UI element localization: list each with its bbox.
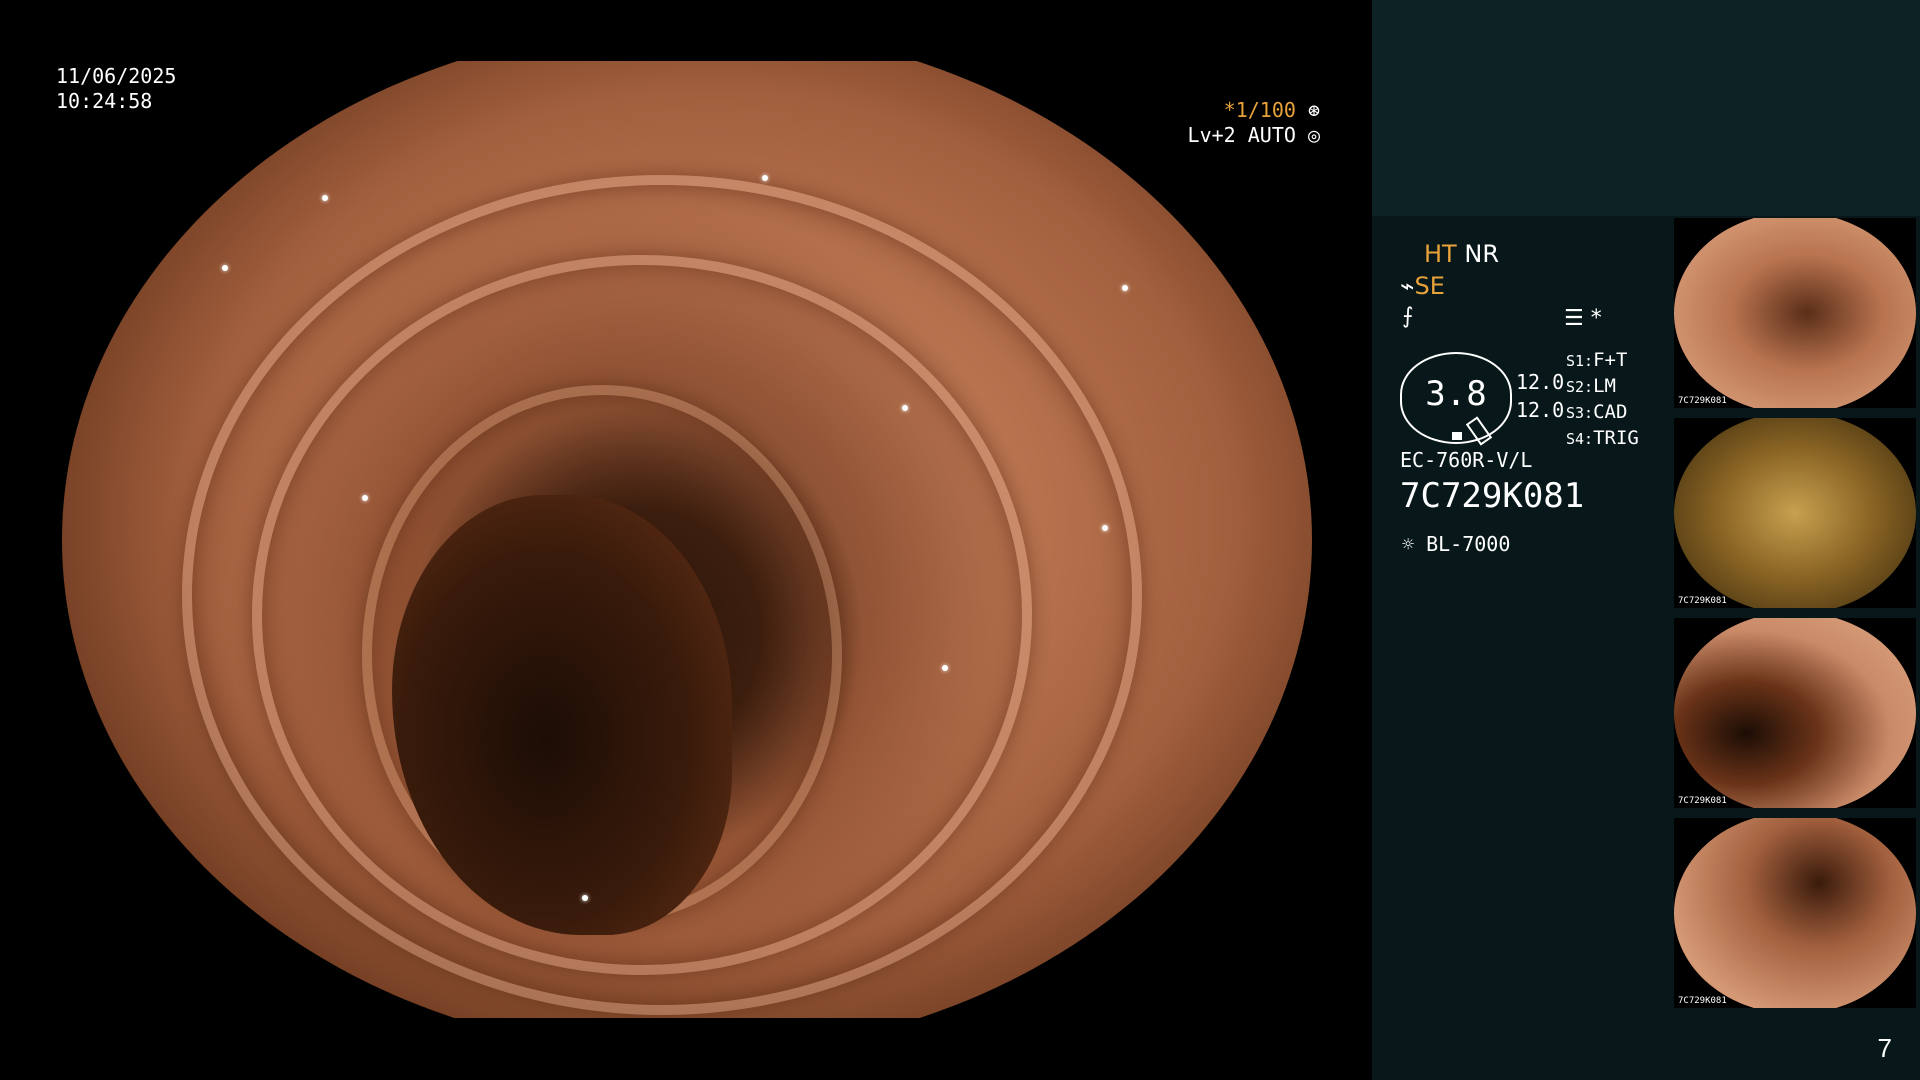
thumbnail-image	[1674, 418, 1916, 608]
page-number: 7	[1877, 1033, 1892, 1063]
switch-row: S3:CAD	[1566, 400, 1639, 426]
light-reflection	[1122, 285, 1128, 291]
thumbnail-caption: 7C729K081	[1678, 796, 1727, 806]
switch-key: S3:	[1566, 404, 1594, 422]
switch-row: S1:F+T	[1566, 348, 1639, 374]
scope-switch-assignments: S1:F+T S2:LM S3:CAD S4:TRIG	[1566, 348, 1639, 452]
scope-serial: 7C729K081	[1400, 476, 1585, 516]
capture-thumbnail[interactable]: 7C729K081	[1674, 218, 1916, 408]
zoom-gauge: 3.8	[1400, 352, 1512, 446]
se-mode: SE	[1414, 272, 1445, 300]
light-reflection	[902, 405, 908, 411]
gauge-value: 3.8	[1425, 374, 1487, 414]
switch-value: LM	[1593, 375, 1616, 397]
frequency-icon: ⨍	[1402, 304, 1414, 329]
thumbnail-image	[1674, 618, 1916, 808]
switch-key: S4:	[1566, 430, 1594, 448]
light-reflection	[762, 175, 768, 181]
aperture-icon: ◎	[1307, 123, 1320, 147]
switch-value: TRIG	[1593, 427, 1639, 449]
main-endoscope-view: 11/06/2025 10:24:58 *1/100 ⊛ Lv+2 AUTO ◎	[0, 0, 1372, 1080]
exposure-readout: *1/100 ⊛ Lv+2 AUTO ◎	[1150, 98, 1320, 148]
endoscope-image	[62, 61, 1312, 1018]
capture-thumbnail[interactable]: 7C729K081	[1674, 818, 1916, 1008]
value-b: 12.0	[1516, 398, 1565, 422]
enhancement-icon: ⌁	[1400, 272, 1415, 300]
nr-mode: NR	[1464, 240, 1499, 268]
thumbnail-image	[1674, 218, 1916, 408]
light-source-model: BL-7000	[1426, 532, 1511, 556]
switch-row: S2:LM	[1566, 374, 1639, 400]
brightness-level: Lv+2 AUTO	[1187, 123, 1296, 147]
side-panel-header	[1372, 0, 1920, 216]
thumbnail-image	[1674, 818, 1916, 1008]
light-reflection	[322, 195, 328, 201]
thumbnail-caption: 7C729K081	[1678, 996, 1727, 1006]
capture-thumbnail[interactable]: 7C729K081	[1674, 418, 1916, 608]
menu-list-icon: ☰	[1564, 306, 1584, 331]
exam-time: 10:24:58	[56, 89, 153, 113]
thumbnail-caption: 7C729K081	[1678, 596, 1727, 606]
light-reflection	[222, 265, 228, 271]
light-reflection	[942, 665, 948, 671]
date-time-readout: 11/06/2025 10:24:58	[56, 64, 176, 114]
structure-enhancement: ⌁SE	[1400, 272, 1445, 300]
endoscope-image-frame	[62, 61, 1312, 1018]
star-indicator: *	[1590, 306, 1602, 331]
switch-row: S4:TRIG	[1566, 426, 1639, 452]
value-a: 12.0	[1516, 370, 1565, 394]
light-reflection	[362, 495, 368, 501]
switch-value: F+T	[1593, 349, 1628, 371]
exam-date: 11/06/2025	[56, 64, 177, 88]
shutter-speed: *1/100	[1223, 98, 1296, 122]
settings-row: ☰ *	[1564, 306, 1602, 331]
light-bulb-icon: ☼	[1402, 532, 1415, 556]
light-source: ☼ BL-7000	[1402, 532, 1510, 556]
scope-model: EC-760R-V/L	[1400, 448, 1533, 472]
capture-thumbnail[interactable]: 7C729K081	[1674, 618, 1916, 808]
light-reflection	[1102, 525, 1108, 531]
thumbnail-caption: 7C729K081	[1678, 396, 1727, 406]
switch-value: CAD	[1593, 401, 1628, 423]
light-reflection	[582, 895, 588, 901]
numeric-values: 12.0 12.0	[1516, 368, 1564, 424]
switch-key: S1:	[1566, 352, 1594, 370]
processing-modes: HT NR	[1424, 240, 1499, 268]
gauge-marker	[1452, 432, 1462, 440]
switch-key: S2:	[1566, 378, 1594, 396]
iris-icon: ⊛	[1307, 98, 1320, 122]
ht-mode: HT	[1424, 240, 1457, 268]
